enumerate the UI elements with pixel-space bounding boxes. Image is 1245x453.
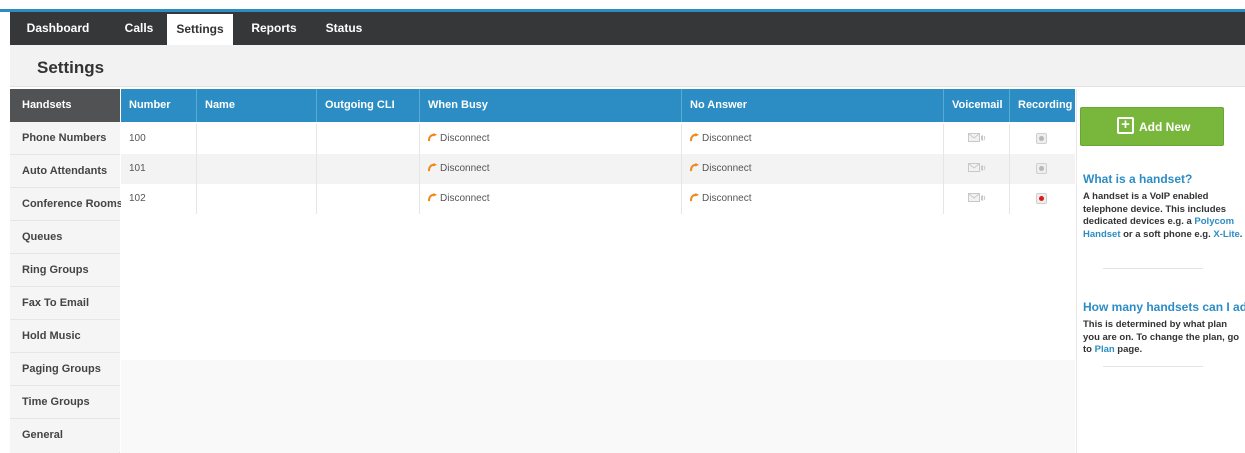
divider	[1103, 268, 1203, 269]
record-icon	[1039, 165, 1044, 171]
tab-settings[interactable]: Settings	[167, 14, 233, 45]
call-forward-icon	[690, 163, 699, 172]
cell-when-busy[interactable]: Disconnect	[420, 124, 682, 154]
help-text-how-many-handsets: This is determined by what plan you are …	[1083, 319, 1245, 357]
table-header: Number Name Outgoing CLI When Busy No An…	[121, 89, 1075, 122]
column-header-outgoing-cli[interactable]: Outgoing CLI	[317, 89, 420, 122]
call-forward-icon	[690, 193, 699, 202]
sidebar-item-phone-numbers[interactable]: Phone Numbers	[10, 122, 120, 155]
recording-toggle[interactable]	[1036, 132, 1047, 144]
cell-outgoing-cli	[317, 154, 420, 184]
help-text: or a soft phone e.g.	[1120, 228, 1214, 240]
when-busy-action: Disconnect	[440, 193, 490, 204]
column-header-name[interactable]: Name	[197, 89, 317, 122]
recording-toggle[interactable]	[1036, 192, 1047, 204]
cell-no-answer[interactable]: Disconnect	[682, 124, 944, 154]
add-new-label: Add New	[1139, 120, 1191, 134]
recording-toggle[interactable]	[1036, 162, 1047, 174]
cell-outgoing-cli	[317, 184, 420, 214]
help-title-what-is-handset: What is a handset?	[1083, 172, 1193, 186]
page-title: Settings	[37, 58, 105, 77]
no-answer-action: Disconnect	[702, 193, 752, 204]
column-header-no-answer[interactable]: No Answer	[682, 89, 944, 122]
cell-when-busy[interactable]: Disconnect	[420, 184, 682, 214]
column-header-recording[interactable]: Recording	[1010, 89, 1075, 122]
cell-recording	[1010, 154, 1075, 184]
sidebar-item-general[interactable]: General	[10, 419, 120, 452]
cell-voicemail	[944, 154, 1010, 184]
sidebar-item-handsets[interactable]: Handsets	[10, 89, 120, 122]
table-row[interactable]: 102 Disconnect Disconnect	[121, 184, 1075, 214]
cell-voicemail	[944, 124, 1010, 154]
add-new-button[interactable]: + Add New	[1080, 107, 1224, 146]
call-forward-icon	[428, 133, 437, 142]
sidebar-item-ring-groups[interactable]: Ring Groups	[10, 254, 120, 287]
help-title-how-many-handsets: How many handsets can I add?	[1083, 300, 1245, 314]
table-row[interactable]: 100 Disconnect Disconnect	[121, 124, 1075, 154]
cell-number: 100	[121, 124, 197, 154]
help-text: .	[1239, 228, 1243, 240]
when-busy-action: Disconnect	[440, 133, 490, 144]
table-row[interactable]: 101 Disconnect Disconnect	[121, 154, 1075, 184]
cell-name	[197, 124, 317, 154]
cell-number: 101	[121, 154, 197, 184]
voicemail-icon[interactable]	[968, 192, 986, 204]
cell-recording	[1010, 124, 1075, 154]
sidebar-item-auto-attendants[interactable]: Auto Attendants	[10, 155, 120, 188]
cell-no-answer[interactable]: Disconnect	[682, 154, 944, 184]
call-forward-icon	[690, 133, 699, 142]
call-forward-icon	[428, 163, 437, 172]
voicemail-icon[interactable]	[968, 132, 986, 144]
tab-reports[interactable]: Reports	[245, 12, 303, 45]
settings-sidebar: Handsets Phone Numbers Auto Attendants C…	[10, 89, 123, 453]
help-text: page.	[1114, 344, 1143, 355]
record-icon	[1039, 195, 1044, 201]
call-forward-icon	[428, 193, 437, 202]
cell-number: 102	[121, 184, 197, 214]
column-header-number[interactable]: Number	[121, 89, 197, 122]
no-answer-action: Disconnect	[702, 163, 752, 174]
when-busy-action: Disconnect	[440, 163, 490, 174]
cell-name	[197, 154, 317, 184]
cell-recording	[1010, 184, 1075, 214]
tab-dashboard[interactable]: Dashboard	[20, 12, 96, 45]
plus-icon: +	[1117, 117, 1134, 134]
no-answer-action: Disconnect	[702, 133, 752, 144]
sidebar-item-hold-music[interactable]: Hold Music	[10, 320, 120, 353]
sidebar-item-conference-rooms[interactable]: Conference Rooms	[10, 188, 123, 221]
sidebar-item-queues[interactable]: Queues	[10, 221, 120, 254]
cell-outgoing-cli	[317, 124, 420, 154]
column-header-when-busy[interactable]: When Busy	[420, 89, 682, 122]
divider	[1103, 366, 1203, 367]
cell-name	[197, 184, 317, 214]
column-header-voicemail[interactable]: Voicemail	[944, 89, 1010, 122]
sidebar-item-fax-to-email[interactable]: Fax To Email	[10, 287, 120, 320]
handsets-table: Number Name Outgoing CLI When Busy No An…	[121, 89, 1075, 453]
page-header	[10, 45, 1245, 87]
cell-voicemail	[944, 184, 1010, 214]
table-empty-area	[121, 360, 1075, 453]
cell-when-busy[interactable]: Disconnect	[420, 154, 682, 184]
record-icon	[1039, 135, 1044, 141]
tab-status[interactable]: Status	[320, 12, 368, 45]
x-lite-link[interactable]: X-Lite	[1213, 229, 1239, 240]
tab-calls[interactable]: Calls	[118, 12, 160, 45]
sidebar-item-paging-groups[interactable]: Paging Groups	[10, 353, 120, 386]
cell-no-answer[interactable]: Disconnect	[682, 184, 944, 214]
voicemail-icon[interactable]	[968, 162, 986, 174]
plan-link[interactable]: Plan	[1095, 344, 1115, 355]
help-text-what-is-handset: A handset is a VoIP enabled telephone de…	[1083, 191, 1245, 241]
sidebar-item-time-groups[interactable]: Time Groups	[10, 386, 120, 419]
